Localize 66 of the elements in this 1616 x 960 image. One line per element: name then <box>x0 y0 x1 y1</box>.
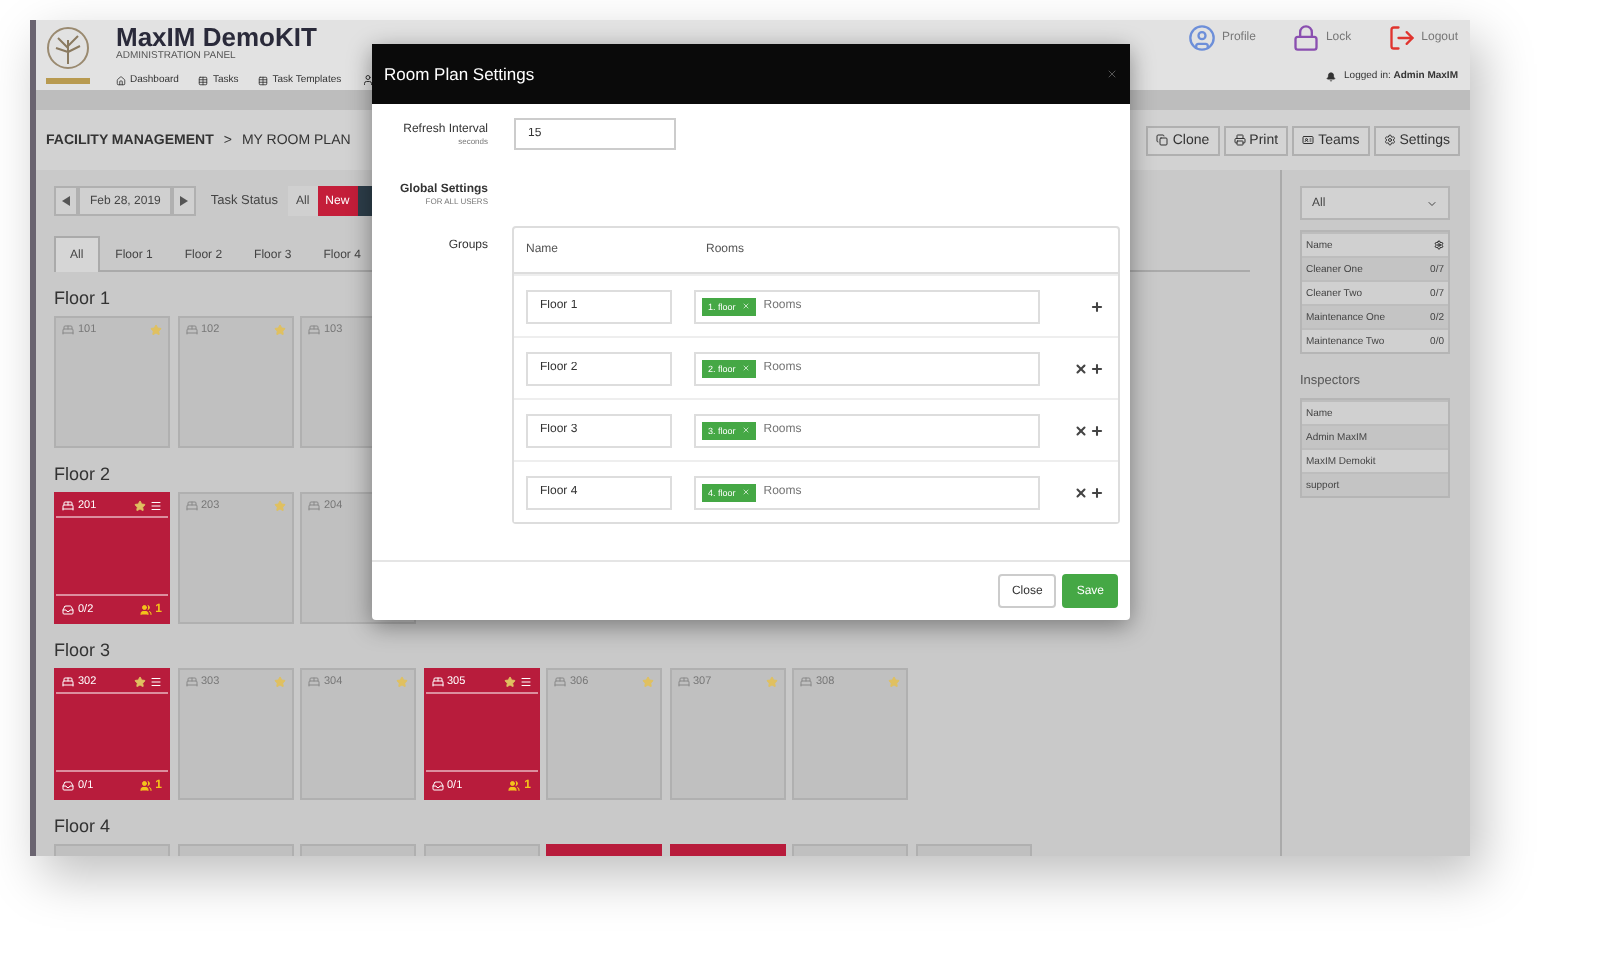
settings-icon <box>1383 134 1396 146</box>
caret-icon <box>180 196 189 206</box>
copy-icon <box>1156 134 1169 146</box>
bell-icon[interactable] <box>1326 71 1337 81</box>
close-icon[interactable] <box>1106 68 1118 80</box>
star-icon <box>503 675 515 687</box>
people-icon <box>508 779 521 791</box>
bed-icon <box>62 675 74 687</box>
bed-icon <box>308 323 320 335</box>
remove-icon[interactable] <box>1074 485 1088 499</box>
bed-icon <box>185 675 197 687</box>
dialog-title: Room Plan Settings <box>384 64 537 84</box>
star-icon <box>642 675 654 687</box>
bed-icon <box>62 323 74 335</box>
remove-icon[interactable] <box>1074 361 1088 375</box>
bed-icon <box>800 675 812 687</box>
bed-icon <box>677 675 689 687</box>
people-icon <box>139 779 152 791</box>
user-icon[interactable] <box>361 74 374 86</box>
add-icon[interactable] <box>1090 423 1104 437</box>
id-card-icon <box>1302 134 1315 146</box>
tray-icon <box>62 603 74 615</box>
bed-icon <box>431 675 443 687</box>
bed-icon <box>62 499 74 511</box>
bed-icon <box>185 499 197 511</box>
tray-icon <box>62 779 74 791</box>
table-icon <box>258 75 269 85</box>
star-icon <box>273 499 285 511</box>
app-title: MaxIM DemoKIT <box>116 24 319 50</box>
remove-icon[interactable] <box>1074 423 1088 437</box>
user-icon <box>1187 24 1216 52</box>
lock-icon <box>1291 24 1320 52</box>
bed-icon <box>554 675 566 687</box>
settings-icon[interactable] <box>1434 240 1444 250</box>
bed-icon <box>308 499 320 511</box>
floor-title: Floor 4 <box>54 814 111 838</box>
caret-icon <box>62 196 70 206</box>
chevron-icon <box>1426 197 1438 209</box>
star-icon <box>134 499 146 511</box>
star-icon <box>765 675 777 687</box>
star-icon <box>150 323 162 335</box>
logo-drawing <box>40 24 96 88</box>
floor-title: Floor 2 <box>54 462 111 486</box>
floor-title: Floor 1 <box>54 286 111 310</box>
bed-icon <box>185 323 197 335</box>
previous-button[interactable] <box>54 186 78 216</box>
next-button[interactable] <box>172 186 197 216</box>
menu-icon[interactable] <box>150 499 162 511</box>
star-icon <box>396 675 408 687</box>
star-icon <box>134 675 146 687</box>
add-icon[interactable] <box>1090 485 1104 499</box>
table-icon <box>198 75 209 85</box>
logout-icon <box>1387 24 1416 52</box>
star-icon <box>273 675 285 687</box>
menu-icon[interactable] <box>150 675 162 687</box>
people-icon <box>139 603 152 615</box>
add-icon[interactable] <box>1090 361 1104 375</box>
add-icon[interactable] <box>1090 299 1104 313</box>
tray-icon <box>431 779 443 791</box>
home-icon <box>116 75 126 85</box>
printer-icon <box>1233 134 1246 146</box>
star-icon <box>273 323 285 335</box>
menu-icon[interactable] <box>519 675 531 687</box>
floor-title: Floor 3 <box>54 638 111 662</box>
bed-icon <box>308 675 320 687</box>
star-icon <box>888 675 900 687</box>
